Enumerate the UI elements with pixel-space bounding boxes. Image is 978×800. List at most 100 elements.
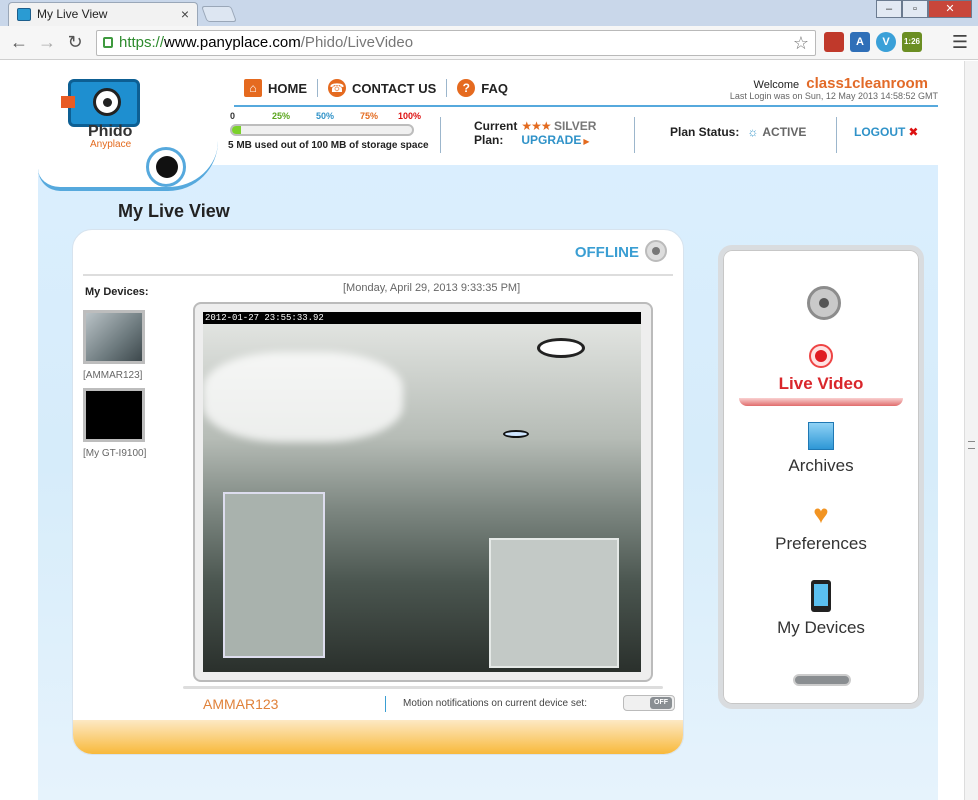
- tab-title: My Live View: [37, 7, 108, 21]
- page: Phido Anyplace ⌂ HOME ☎ CONTACT US ? FAQ…: [0, 61, 978, 800]
- username[interactable]: class1cleanroom: [806, 75, 928, 92]
- plan-status: Plan Status: ☼ ACTIVE: [670, 125, 806, 139]
- logo-dot-icon: [146, 147, 186, 187]
- current-device-name: AMMAR123: [203, 696, 279, 712]
- browser-tab-bar: My Live View × – ▫ ✕: [0, 0, 978, 26]
- window-controls: – ▫ ✕: [876, 0, 972, 20]
- close-x-icon: ✖: [908, 125, 919, 139]
- logo-tag: [61, 96, 75, 108]
- device-caption[interactable]: [My GT-I9100]: [83, 448, 146, 459]
- storage-tick-labels: 0 25% 50% 75% 100%: [228, 111, 438, 123]
- office-partition: [489, 538, 619, 668]
- nav-contact-label: CONTACT US: [352, 80, 437, 96]
- side-menu-live-video[interactable]: Live Video: [723, 344, 919, 394]
- video-shadow-rule: [183, 686, 663, 689]
- plan-label: Plan:: [474, 133, 504, 147]
- last-login: Last Login was on Sun, 12 May 2013 14:58…: [729, 91, 938, 101]
- heart-icon: ♥: [813, 499, 829, 529]
- nav-home[interactable]: ⌂ HOME: [234, 79, 318, 97]
- video-timestamp: [Monday, April 29, 2013 9:33:35 PM]: [343, 282, 521, 294]
- question-icon: ?: [457, 79, 476, 97]
- close-window-button[interactable]: ✕: [928, 0, 972, 18]
- site-header: Phido Anyplace ⌂ HOME ☎ CONTACT US ? FAQ…: [38, 61, 938, 191]
- side-menu-preferences[interactable]: ♥ Preferences: [723, 500, 919, 554]
- office-partition: [223, 492, 325, 658]
- plan-stars-icon: ★★★: [521, 119, 551, 133]
- devices-label: My Devices:: [85, 286, 149, 298]
- nav-contact-us[interactable]: ☎ CONTACT US: [318, 79, 448, 97]
- ceiling-light: [537, 338, 585, 358]
- bookmark-extension-icon[interactable]: [824, 32, 844, 52]
- plan-status-value: ACTIVE: [762, 125, 807, 139]
- video-glare: [203, 352, 403, 442]
- forward-arrow-icon[interactable]: →: [36, 32, 58, 53]
- motion-toggle-state: OFF: [650, 697, 672, 709]
- home-button-icon[interactable]: [793, 674, 851, 686]
- back-arrow-icon[interactable]: ←: [8, 32, 30, 53]
- welcome-block: Welcome class1cleanroom: [754, 75, 928, 92]
- storage-tick: 0: [230, 111, 236, 121]
- device-thumbnail[interactable]: [83, 388, 145, 442]
- connection-status: OFFLINE: [574, 244, 639, 261]
- page-title: My Live View: [118, 201, 230, 221]
- clock-extension-icon[interactable]: 1:26: [902, 32, 922, 52]
- nav-faq-label: FAQ: [481, 80, 508, 96]
- nav-faq[interactable]: ? FAQ: [447, 79, 518, 97]
- storage-bar: [230, 124, 414, 136]
- top-nav: ⌂ HOME ☎ CONTACT US ? FAQ: [234, 75, 518, 101]
- browser-menu-icon[interactable]: ☰: [952, 32, 968, 53]
- url-scheme: https://: [119, 34, 165, 51]
- phone-device-icon: [811, 580, 831, 612]
- footer-separator: [385, 696, 386, 712]
- storage-meter: 0 25% 50% 75% 100% 5 MB used out of 100 …: [228, 111, 438, 151]
- phone-icon: ☎: [328, 79, 346, 97]
- site-container: Phido Anyplace ⌂ HOME ☎ CONTACT US ? FAQ…: [38, 61, 938, 800]
- scrollbar-grip[interactable]: [968, 441, 975, 449]
- logo-subtitle: Anyplace: [90, 139, 132, 150]
- live-video-feed[interactable]: 2012-01-27 23:55:33.92: [203, 312, 641, 672]
- page-scrollbar[interactable]: [964, 61, 978, 800]
- motion-notification-label: Motion notifications on current device s…: [403, 698, 587, 709]
- video-overlay-timestamp: 2012-01-27 23:55:33.92: [203, 312, 641, 324]
- ceiling-light: [503, 430, 529, 438]
- side-menu-label: Preferences: [775, 534, 867, 553]
- favicon-icon: [17, 8, 31, 21]
- url-host: www.panyplace.com: [164, 34, 301, 51]
- video-frame: 2012-01-27 23:55:33.92: [193, 302, 653, 682]
- maximize-button[interactable]: ▫: [902, 0, 928, 18]
- header-divider: [234, 105, 938, 107]
- welcome-label: Welcome: [753, 79, 800, 91]
- plan-tier: SILVER: [553, 119, 597, 133]
- record-icon: [809, 344, 833, 368]
- phido-logo-icon[interactable]: [61, 79, 140, 127]
- status-indicator-icon: [645, 240, 667, 262]
- header-separator: [634, 117, 635, 153]
- minimize-button[interactable]: –: [876, 0, 902, 18]
- logout-button[interactable]: LOGOUT ✖: [854, 125, 918, 139]
- side-menu-archives[interactable]: Archives: [723, 422, 919, 476]
- translate-extension-icon[interactable]: A: [850, 32, 870, 52]
- device-thumbnail[interactable]: [83, 310, 145, 364]
- storage-tick: 50%: [316, 111, 335, 121]
- storage-bar-fill: [232, 126, 241, 134]
- address-bar[interactable]: https://www.panyplace.com/Phido/LiveVide…: [96, 30, 816, 56]
- panel-divider: [83, 274, 673, 276]
- device-caption[interactable]: [AMMAR123]: [83, 370, 142, 381]
- storage-tick: 25%: [272, 111, 291, 121]
- browser-tab[interactable]: My Live View ×: [8, 2, 198, 26]
- motion-toggle[interactable]: OFF: [623, 695, 675, 711]
- side-menu-my-devices[interactable]: My Devices: [723, 580, 919, 638]
- bookmark-star-icon[interactable]: ☆: [793, 31, 809, 55]
- side-menu-phone: Live Video Archives ♥ Preferences My Dev…: [718, 245, 924, 709]
- archive-icon: [808, 422, 834, 450]
- v-extension-icon[interactable]: V: [876, 32, 896, 52]
- plan-current-label: Current: [474, 119, 518, 133]
- reload-icon[interactable]: ↻: [64, 32, 86, 53]
- upgrade-link[interactable]: UPGRADE: [521, 133, 589, 147]
- storage-tick: 100%: [398, 111, 422, 121]
- header-separator: [440, 117, 441, 153]
- tab-close-icon[interactable]: ×: [181, 3, 189, 25]
- live-view-panel: OFFLINE My Devices: [AMMAR123] [My GT-I9…: [72, 229, 684, 755]
- logo-lens: [93, 88, 121, 116]
- new-tab-button[interactable]: [201, 6, 237, 22]
